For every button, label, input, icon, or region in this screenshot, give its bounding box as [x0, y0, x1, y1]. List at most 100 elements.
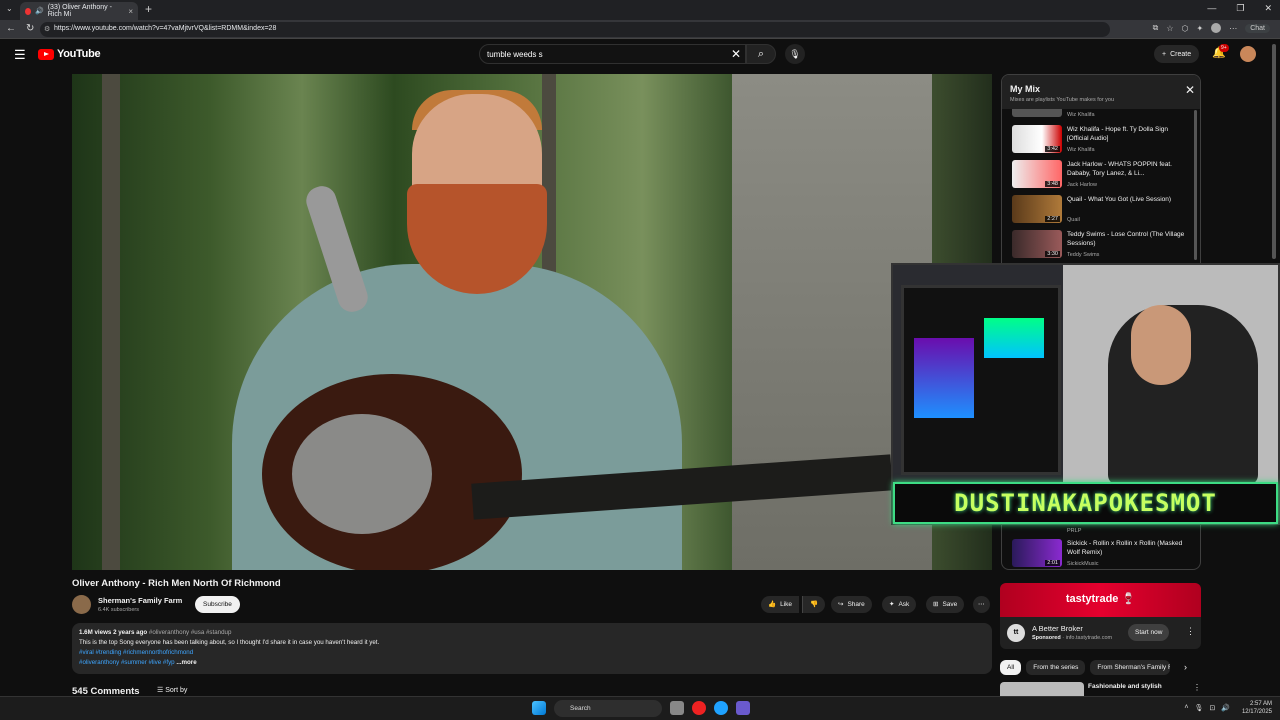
- address-bar[interactable]: ⚙ https://www.youtube.com/watch?v=47vaMj…: [40, 22, 1110, 37]
- sponsored-label: Sponsored: [1032, 635, 1061, 641]
- minimize-icon[interactable]: —: [1207, 3, 1216, 14]
- partial-channel: Wiz Khalifa: [1067, 112, 1095, 118]
- tree-trunk: [102, 74, 120, 570]
- file-explorer-icon[interactable]: [670, 701, 684, 715]
- video-player[interactable]: [72, 74, 992, 570]
- mix-subtitle: Mixes are playlists YouTube makes for yo…: [1010, 97, 1115, 103]
- mix-thumbnail: 3:48: [1012, 160, 1062, 188]
- channel-avatar[interactable]: [72, 595, 91, 614]
- taskbar-search-label: Search: [570, 705, 591, 712]
- duration: 3:42: [1045, 146, 1060, 152]
- share-button[interactable]: ↪ Share: [831, 596, 872, 613]
- ad-sponsored: Sponsored · info.tastytrade.com: [1032, 635, 1113, 641]
- create-button[interactable]: + Create: [1154, 45, 1200, 63]
- mix-item[interactable]: 2:01 Sickick - Rollin x Rollin x Rollin …: [1012, 539, 1192, 569]
- ad-banner[interactable]: tastytrade 🍷: [1000, 583, 1201, 617]
- show-more-link[interactable]: ...more: [176, 659, 196, 666]
- new-tab-button[interactable]: +: [145, 2, 152, 16]
- partial-thumbnail: [1012, 109, 1062, 117]
- next-video-thumbnail[interactable]: [1000, 682, 1084, 696]
- save-icon: ⊞: [933, 601, 939, 608]
- youtube-play-icon: [38, 48, 54, 60]
- like-button[interactable]: 👍 Like: [761, 596, 800, 613]
- account-avatar[interactable]: [1240, 46, 1256, 62]
- youtube-logo[interactable]: YouTube: [38, 48, 101, 60]
- chip-from-channel[interactable]: From Sherman's Family F: [1090, 660, 1171, 675]
- discord-icon[interactable]: [736, 701, 750, 715]
- ad-menu-icon[interactable]: ⋮: [1186, 626, 1195, 637]
- subscribe-button[interactable]: Subscribe: [195, 596, 240, 613]
- ask-button[interactable]: ✦ Ask: [882, 596, 917, 613]
- mix-thumbnail: 3:30: [1012, 230, 1062, 258]
- mix-item-channel: Quail: [1067, 217, 1080, 223]
- description-tags-top[interactable]: #oliveranthony #usa #standup: [149, 629, 232, 636]
- start-now-button[interactable]: Start now: [1128, 624, 1170, 641]
- mix-item-channel: Wiz Khalifa: [1067, 147, 1095, 153]
- dislike-button[interactable]: 👎: [802, 596, 826, 613]
- sort-comments-button[interactable]: ☰ Sort by: [157, 686, 187, 694]
- logo-text: YouTube: [57, 48, 101, 60]
- chip-all[interactable]: All: [1000, 660, 1022, 675]
- close-mix-icon[interactable]: ✕: [1185, 83, 1195, 97]
- guitar-resonator-plate: [292, 414, 432, 534]
- create-label: Create: [1170, 50, 1192, 58]
- mix-item-title: Jack Harlow - WHATS POPPIN feat. Dababy,…: [1067, 161, 1172, 177]
- ask-label: Ask: [898, 601, 910, 608]
- mix-item[interactable]: 3:42 Wiz Khalifa - Hope ft. Ty Dolla Sig…: [1012, 125, 1192, 159]
- menu-icon[interactable]: ⋯: [1229, 24, 1237, 33]
- mix-item[interactable]: 2:27 Quail - What You Got (Live Session)…: [1012, 195, 1192, 229]
- mix-item[interactable]: 3:30 Teddy Swims - Lose Control (The Vil…: [1012, 230, 1192, 264]
- search-button[interactable]: ⌕: [746, 44, 776, 64]
- edge-browser-icon[interactable]: [714, 701, 728, 715]
- more-icon: ⋯: [978, 601, 985, 608]
- translate-icon[interactable]: ⧉: [1153, 23, 1159, 33]
- save-button[interactable]: ⊞ Save: [926, 596, 965, 613]
- volume-icon[interactable]: 🔊: [1221, 704, 1230, 712]
- description-hashtags[interactable]: #oliveranthony #summer #live #fyp: [79, 659, 175, 666]
- mic-tray-icon[interactable]: 🎙: [1195, 704, 1204, 712]
- next-video-menu-icon[interactable]: ⋮: [1193, 683, 1201, 692]
- app-icon[interactable]: [692, 701, 706, 715]
- extensions-icon[interactable]: ✦: [1197, 24, 1204, 33]
- reload-icon[interactable]: ↻: [26, 23, 34, 34]
- clear-search-icon[interactable]: ✕: [731, 47, 741, 61]
- mix-scrollbar[interactable]: [1194, 110, 1197, 260]
- back-icon[interactable]: ←: [6, 23, 16, 34]
- copilot-chat-button[interactable]: Chat: [1245, 23, 1270, 33]
- video-title: Oliver Anthony - Rich Men North Of Richm…: [72, 578, 281, 589]
- mix-item[interactable]: 3:48 Jack Harlow - WHATS POPPIN feat. Da…: [1012, 160, 1192, 194]
- system-clock[interactable]: 2:57 AM 12/17/2025: [1242, 700, 1272, 716]
- bookmark-star-icon[interactable]: ☆: [1166, 24, 1173, 33]
- site-info-icon[interactable]: ⚙: [44, 25, 50, 33]
- rgb-light: [984, 318, 1044, 358]
- close-window-icon[interactable]: ✕: [1264, 3, 1272, 14]
- mix-thumbnail: 3:42: [1012, 125, 1062, 153]
- more-actions-button[interactable]: ⋯: [973, 596, 990, 613]
- voice-search-button[interactable]: 🎙: [785, 44, 805, 64]
- taskbar-search[interactable]: Search: [554, 700, 662, 717]
- network-icon[interactable]: ⊡: [1209, 704, 1215, 712]
- clock-time: 2:57 AM: [1249, 701, 1272, 707]
- maximize-icon[interactable]: ❐: [1236, 3, 1244, 14]
- next-video-title[interactable]: Fashionable and stylish: [1088, 683, 1162, 690]
- browser-tab-bar: ⌄ 🔊 (33) Oliver Anthony - Rich Mi × + — …: [0, 0, 1280, 20]
- mix-item-channel: SickickMusic: [1067, 561, 1099, 567]
- tab-list-icon[interactable]: ⌄: [6, 4, 13, 13]
- chip-from-series[interactable]: From the series: [1026, 660, 1086, 675]
- profile-icon[interactable]: [1211, 23, 1222, 33]
- channel-name[interactable]: Sherman's Family Farm: [98, 596, 182, 605]
- hamburger-menu-icon[interactable]: ☰: [14, 47, 26, 63]
- windows-start-icon[interactable]: [532, 701, 546, 715]
- mix-header: My Mix Mixes are playlists YouTube makes…: [1002, 75, 1200, 109]
- page-scrollbar[interactable]: [1272, 44, 1276, 259]
- extension-icon[interactable]: ⬡: [1182, 24, 1189, 33]
- search-input[interactable]: tumble weeds s ✕: [479, 44, 746, 64]
- video-description[interactable]: 1.6M views 2 years ago #oliveranthony #u…: [72, 623, 992, 674]
- tab-close-icon[interactable]: ×: [128, 7, 133, 16]
- ad-brand: tastytrade: [1065, 593, 1119, 605]
- description-hashtags[interactable]: #viral #trending #richmennorthofrichmond: [79, 648, 985, 658]
- chevron-right-icon[interactable]: ›: [1184, 662, 1187, 672]
- chevron-up-icon[interactable]: ˄: [1184, 704, 1188, 712]
- browser-tab[interactable]: 🔊 (33) Oliver Anthony - Rich Mi ×: [20, 2, 138, 20]
- rose-icon: 🍷: [1121, 593, 1136, 605]
